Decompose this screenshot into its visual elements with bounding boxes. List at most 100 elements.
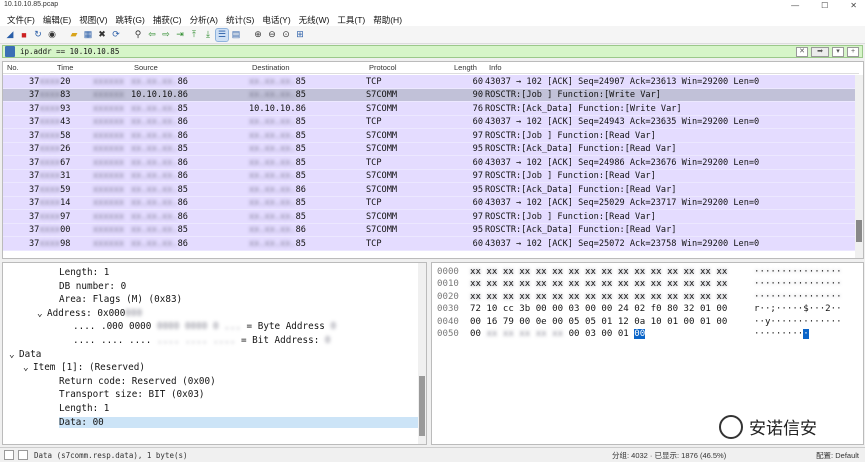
close-file-icon[interactable]: ✖ — [96, 29, 108, 41]
comment-icon[interactable] — [18, 450, 28, 460]
add-filter-button-icon[interactable]: + — [847, 46, 859, 57]
hex-bytes[interactable]: 00 16 79 00 0e 00 05 05 01 12 0a 10 01 0… — [470, 317, 727, 327]
display-filter-input[interactable]: ip.addr == 10.10.10.85 — [20, 47, 796, 56]
hex-ascii[interactable]: ··y············· — [754, 317, 842, 327]
hex-ascii[interactable]: r··;·····$···2·· — [754, 304, 842, 314]
options-icon[interactable]: ◉ — [46, 29, 58, 41]
details-scrollbar[interactable] — [418, 263, 426, 444]
tree-item[interactable]: .... .... .... .... .... .... = Bit Addr… — [73, 335, 331, 346]
selected-hex-byte[interactable]: 00 — [634, 329, 646, 339]
cell-source: xx.xx.xx.85 — [131, 185, 188, 195]
cell-no-redacted: xxxx — [39, 144, 61, 154]
menu-tools[interactable]: 工具(T) — [334, 12, 370, 26]
back-icon[interactable]: ⇦ — [146, 29, 158, 41]
tree-item[interactable]: Area: Flags (M) (0x83) — [59, 294, 182, 305]
clear-filter-icon[interactable]: ✕ — [796, 46, 808, 57]
menu-statistics[interactable]: 统计(S) — [223, 12, 259, 26]
tree-item[interactable]: .... .000 0000 0000 0000 0 ... = Byte Ad… — [73, 321, 336, 332]
column-source[interactable]: Source — [134, 63, 158, 72]
save-icon[interactable]: ▦ — [82, 29, 94, 41]
packet-row[interactable]: 37xxxx20 xxxxxx xx.xx.xx.86 xx.xx.xx.85 TCP 6… — [3, 75, 855, 89]
column-destination[interactable]: Destination — [252, 63, 290, 72]
tree-expand-icon[interactable]: ⌄ — [23, 362, 29, 373]
column-length[interactable]: Length — [454, 63, 477, 72]
expert-info-icon[interactable] — [4, 450, 14, 460]
menu-go[interactable]: 跳转(G) — [113, 12, 150, 26]
find-icon[interactable]: ⚲ — [132, 29, 144, 41]
hex-bytes[interactable]: xx xx xx xx xx xx xx xx xx xx xx xx xx x… — [470, 292, 727, 302]
menu-view[interactable]: 视图(V) — [76, 12, 112, 26]
column-time[interactable]: Time — [57, 63, 73, 72]
tree-item[interactable]: Return code: Reserved (0x00) — [59, 376, 216, 387]
tree-expand-icon[interactable]: ⌄ — [9, 349, 15, 360]
hex-bytes[interactable]: xx xx xx xx xx xx xx xx xx xx xx xx xx x… — [470, 279, 727, 289]
column-info[interactable]: Info — [489, 63, 502, 72]
zoom-in-icon[interactable]: ⊕ — [252, 29, 264, 41]
last-icon[interactable]: ⤓ — [202, 29, 214, 41]
packet-row[interactable]: 37xxxx43 xxxxxx xx.xx.xx.86 xx.xx.xx.85 TCP 6… — [3, 115, 855, 129]
stop-icon[interactable]: ■ — [18, 29, 30, 41]
reload-icon[interactable]: ⟳ — [110, 29, 122, 41]
cell-no-redacted: xxxx — [39, 238, 61, 249]
packet-row[interactable]: 37xxxx26 xxxxxx xx.xx.xx.85 xx.xx.xx.85 S7CO… — [3, 142, 855, 156]
status-profile[interactable]: 配置: Default — [816, 450, 859, 461]
packet-row[interactable]: 37xxxx14 xxxxxx xx.xx.xx.86 xx.xx.xx.85 TCP 6… — [3, 196, 855, 210]
hex-ascii[interactable]: ················ — [754, 267, 842, 277]
packet-row[interactable]: 37xxxx00 xxxxxx xx.xx.xx.85 xx.xx.xx.86 S7CO… — [3, 223, 855, 237]
column-no[interactable]: No. — [7, 63, 19, 72]
menu-file[interactable]: 文件(F) — [4, 12, 40, 26]
maximize-button[interactable]: ☐ — [821, 0, 828, 12]
tree-item[interactable]: Address: 0x000000 — [47, 308, 142, 319]
minimize-button[interactable]: — — [791, 0, 799, 12]
packet-row[interactable]: 37xxxx98 xxxxxx xx.xx.xx.86 xx.xx.xx.85 TCP 6… — [3, 237, 855, 251]
hex-ascii[interactable]: ················ — [754, 292, 842, 302]
menu-capture[interactable]: 捕获(C) — [150, 12, 187, 26]
tree-item[interactable]: Data — [19, 349, 41, 360]
autoscroll-icon[interactable]: ☰ — [215, 27, 229, 42]
restart-icon[interactable]: ↻ — [32, 29, 44, 41]
menu-telephony[interactable]: 电话(Y) — [259, 12, 295, 26]
goto-icon[interactable]: ⇥ — [174, 29, 186, 41]
apply-filter-icon[interactable]: ➡ — [811, 46, 829, 57]
menu-analyze[interactable]: 分析(A) — [187, 12, 223, 26]
packet-row[interactable]: 37xxxx67 xxxxxx xx.xx.xx.86 xx.xx.xx.85 TCP 6… — [3, 156, 855, 170]
filter-dropdown-icon[interactable]: ▾ — [832, 46, 844, 57]
packet-list-scroll-thumb[interactable] — [856, 220, 862, 242]
tree-expand-icon[interactable]: ⌄ — [37, 308, 43, 319]
hex-bytes[interactable]: 00 xx xx xx xx xx 00 03 00 01 00 — [470, 329, 646, 339]
tree-item[interactable]: Transport size: BIT (0x03) — [59, 389, 205, 400]
details-scroll-thumb[interactable] — [419, 376, 425, 436]
column-protocol[interactable]: Protocol — [369, 63, 397, 72]
colorize-icon[interactable]: ▤ — [230, 29, 242, 41]
tree-item[interactable]: DB number: 0 — [59, 281, 126, 292]
packet-row[interactable]: 37xxxx93 xxxxxx xx.xx.xx.85 10.10.10.86 S7CO… — [3, 102, 855, 116]
forward-icon[interactable]: ⇨ — [160, 29, 172, 41]
packet-row[interactable]: 37xxxx59 xxxxxx xx.xx.xx.85 xx.xx.xx.86 S7CO… — [3, 183, 855, 197]
menu-help[interactable]: 帮助(H) — [370, 12, 407, 26]
packet-row[interactable]: 37xxxx83 xxxxxx 10.10.10.86 xx.xx.xx.85 S7CO… — [3, 88, 855, 102]
cell-time: xxxxxx — [93, 238, 125, 249]
hex-bytes[interactable]: 72 10 cc 3b 00 00 03 00 00 24 02 f0 80 3… — [470, 304, 727, 314]
open-icon[interactable]: ▰ — [68, 29, 80, 41]
packet-row[interactable]: 37xxxx58 xxxxxx xx.xx.xx.86 xx.xx.xx.85 S7CO… — [3, 129, 855, 143]
resize-columns-icon[interactable]: ⊞ — [294, 29, 306, 41]
hex-bytes[interactable]: xx xx xx xx xx xx xx xx xx xx xx xx xx x… — [470, 267, 727, 277]
tree-item[interactable]: Data: 00 — [59, 416, 422, 428]
first-icon[interactable]: ⤒ — [188, 29, 200, 41]
hex-ascii[interactable]: ·········· — [754, 329, 809, 339]
shark-fin-icon[interactable]: ◢ — [4, 29, 16, 41]
close-button[interactable]: ✕ — [850, 0, 857, 12]
packet-list-scrollbar[interactable] — [855, 75, 863, 258]
packet-row[interactable]: 37xxxx31 xxxxxx xx.xx.xx.86 xx.xx.xx.85 S7CO… — [3, 169, 855, 183]
zoom-normal-icon[interactable]: ⊙ — [280, 29, 292, 41]
packet-row[interactable]: 37xxxx97 xxxxxx xx.xx.xx.86 xx.xx.xx.85 S7CO… — [3, 210, 855, 224]
bookmark-icon[interactable] — [5, 46, 15, 57]
menu-edit[interactable]: 编辑(E) — [40, 12, 76, 26]
tree-item[interactable]: Length: 1 — [59, 403, 109, 414]
tree-item[interactable]: Length: 1 — [59, 267, 109, 278]
hex-ascii[interactable]: ················ — [754, 279, 842, 289]
zoom-out-icon[interactable]: ⊖ — [266, 29, 278, 41]
tree-item[interactable]: Item [1]: (Reserved) — [33, 362, 145, 373]
selected-ascii-byte[interactable]: · — [803, 329, 809, 339]
menu-wireless[interactable]: 无线(W) — [296, 12, 335, 26]
